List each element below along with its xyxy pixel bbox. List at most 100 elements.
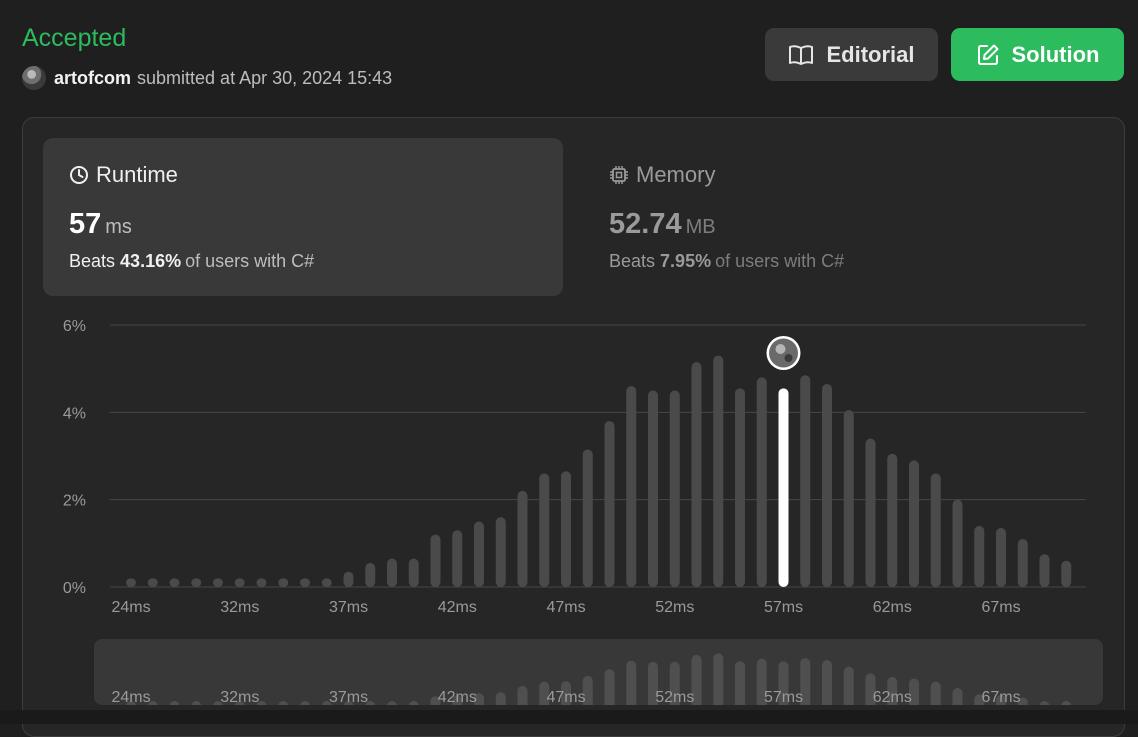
nav-bar: [495, 692, 506, 705]
x-tick-label: 57ms: [764, 599, 803, 616]
runtime-title: Runtime: [69, 162, 537, 188]
bar: [996, 528, 1006, 587]
bar: [604, 421, 615, 587]
bar: [887, 453, 898, 587]
solution-button[interactable]: Solution: [951, 28, 1124, 81]
bar: [582, 449, 593, 587]
memory-beats: Beats 7.95% of users with C#: [609, 251, 1077, 272]
bar: [126, 578, 136, 587]
memory-beats-pct: 7.95%: [660, 251, 712, 271]
bar: [1017, 538, 1028, 587]
y-tick-label: 6%: [63, 318, 86, 335]
avatar-shadow: [784, 354, 793, 362]
bar: [343, 571, 354, 587]
editorial-button[interactable]: Editorial: [765, 28, 938, 81]
nav-bar: [735, 661, 745, 705]
bar: [843, 410, 854, 587]
nav-bar: [604, 669, 615, 705]
bar: [1061, 560, 1072, 587]
bar: [365, 562, 376, 587]
navigator-minimap[interactable]: 24ms 32ms 37ms 42ms 47ms 52ms 57ms 62ms 67ms: [94, 639, 1103, 705]
bar: [430, 534, 441, 587]
bar: [474, 521, 484, 587]
runtime-beats-label: Beats: [69, 251, 116, 271]
bar: [974, 525, 985, 587]
nav-bar: [952, 688, 963, 705]
y-tick-label: 2%: [63, 493, 86, 510]
nav-tick-label: 52ms: [655, 689, 694, 705]
runtime-distribution-chart[interactable]: 0% 2% 4% 6% 24ms 32ms 37ms 42ms 47ms 52ms 57ms 62ms…: [0, 310, 1138, 630]
y-tick-label: 0%: [63, 580, 86, 597]
bar: [213, 578, 223, 587]
runtime-beats-pct: 43.16%: [120, 251, 182, 271]
runtime-number: 57: [69, 208, 102, 240]
x-tick-label: 24ms: [111, 599, 150, 616]
memory-title-text: Memory: [636, 162, 716, 187]
nav-bar: [1039, 701, 1050, 705]
memory-value: 52.74 MB: [609, 208, 1077, 241]
bar: [735, 388, 745, 587]
runtime-beats-rest: of users with C#: [185, 251, 315, 271]
nav-bar: [191, 701, 202, 705]
nav-bar: [278, 701, 289, 705]
x-tick-label: 32ms: [220, 599, 259, 616]
bar: [387, 558, 397, 587]
bar: [169, 578, 180, 587]
bar: [713, 355, 724, 587]
bar: [691, 362, 702, 587]
avatar-highlight: [775, 344, 786, 354]
bar: [539, 473, 550, 587]
chip-icon: [610, 166, 628, 184]
memory-number: 52.74: [609, 208, 682, 240]
runtime-card[interactable]: Runtime 57 ms Beats 43.16% of users with C…: [43, 138, 563, 296]
memory-beats-label: Beats: [609, 251, 656, 271]
solution-label: Solution: [1011, 41, 1100, 67]
x-tick-label: 52ms: [655, 599, 694, 616]
memory-card[interactable]: Memory 52.74 MB Beats 7.95% of users with …: [583, 138, 1103, 296]
clock-icon: [70, 166, 88, 184]
bar: [300, 578, 310, 587]
nav-bar: [300, 701, 310, 705]
bar: [234, 578, 245, 587]
bar: [865, 438, 876, 587]
bar: [561, 471, 571, 587]
nav-bar: [1061, 701, 1072, 705]
bar: [648, 390, 658, 587]
bar: [930, 473, 941, 587]
username-link[interactable]: artofcom: [54, 68, 131, 89]
bar: [256, 578, 267, 587]
x-tick-label: 47ms: [546, 599, 585, 616]
submitter-info: artofcom submitted at Apr 30, 2024 15:43: [22, 66, 392, 90]
bar: [147, 578, 158, 587]
nav-bar: [822, 660, 832, 705]
nav-bar: [843, 666, 854, 705]
nav-tick-label: 42ms: [438, 689, 477, 705]
bar: [452, 530, 463, 587]
bar: [408, 558, 419, 587]
x-tick-label: 67ms: [981, 599, 1020, 616]
y-tick-label: 4%: [63, 405, 86, 422]
chart-range-navigator[interactable]: 24ms 32ms 37ms 42ms 47ms 52ms 57ms 62ms 67ms: [94, 639, 1103, 705]
nav-bar: [930, 681, 941, 705]
bar: [669, 390, 680, 587]
memory-title: Memory: [609, 162, 1077, 188]
bar: [278, 578, 289, 587]
nav-bar: [169, 701, 180, 705]
user-avatar[interactable]: [22, 66, 46, 90]
bar: [191, 578, 202, 587]
memory-unit: MB: [685, 216, 716, 238]
selected-bar[interactable]: [778, 388, 789, 587]
x-tick-label: 62ms: [873, 599, 912, 616]
bar: [1039, 554, 1050, 587]
bar: [909, 460, 919, 587]
nav-bar: [408, 701, 419, 705]
runtime-unit: ms: [105, 216, 132, 238]
x-tick-label: 42ms: [438, 599, 477, 616]
nav-bar: [387, 701, 397, 705]
bar: [952, 499, 963, 587]
nav-tick-label: 47ms: [546, 689, 585, 705]
bar: [321, 578, 332, 587]
book-icon: [789, 44, 814, 65]
runtime-title-text: Runtime: [96, 162, 178, 187]
nav-tick-label: 67ms: [981, 689, 1020, 705]
